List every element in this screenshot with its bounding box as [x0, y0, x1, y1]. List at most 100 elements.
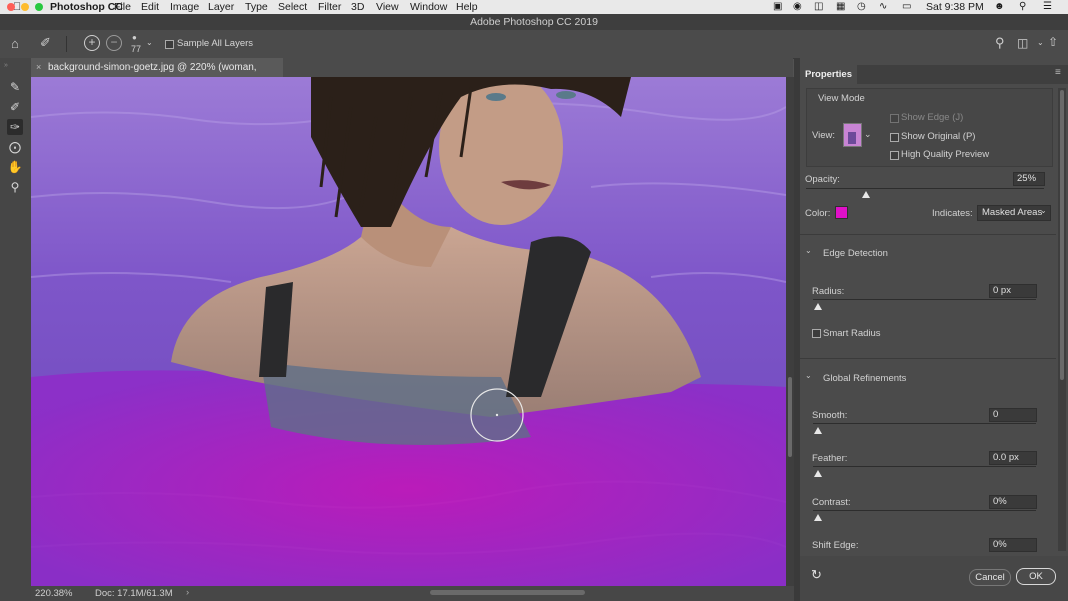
app-menu[interactable]: Photoshop CC [50, 1, 123, 13]
contrast-field[interactable]: 0% [989, 495, 1037, 509]
menu-image[interactable]: Image [170, 1, 199, 13]
photo-with-mask-overlay[interactable] [31, 77, 786, 586]
panel-scrollbar[interactable] [1058, 88, 1066, 551]
zoom-window-icon[interactable] [35, 3, 43, 11]
properties-tab[interactable]: Properties [800, 65, 857, 84]
mac-menubar:  Photoshop CC File Edit Image Layer Typ… [0, 0, 1068, 14]
radius-slider-thumb[interactable] [814, 303, 822, 310]
show-original-checkbox[interactable] [890, 133, 899, 142]
menu-filter[interactable]: Filter [318, 1, 341, 13]
workspace-chevron-icon[interactable]: ⌄ [1037, 38, 1044, 47]
quick-selection-tool-icon[interactable]: ✎ [7, 79, 23, 95]
window-title: Adobe Photoshop CC 2019 [470, 16, 598, 28]
contrast-slider-thumb[interactable] [814, 514, 822, 521]
screen-record-icon[interactable]: ▣ [773, 1, 782, 12]
brush-picker-chevron-icon[interactable]: ⌄ [146, 38, 153, 47]
zoom-tool-icon[interactable]: ⚲ [7, 179, 23, 195]
display-icon[interactable]: ▦ [836, 1, 845, 12]
menu-edit[interactable]: Edit [141, 1, 159, 13]
document-tab[interactable]: × background-simon-goetz.jpg @ 220% (wom… [31, 58, 283, 92]
horizontal-scrollbar-thumb[interactable] [430, 590, 585, 595]
reset-icon[interactable]: ↻ [811, 567, 822, 583]
smart-radius-checkbox[interactable] [812, 329, 821, 338]
shift-edge-field[interactable]: 0% [989, 538, 1037, 552]
battery-charge-icon[interactable]: ◫ [814, 1, 823, 12]
tool-preset-picker-icon[interactable]: ✐ [40, 35, 51, 51]
menu-view[interactable]: View [376, 1, 399, 13]
smooth-slider-thumb[interactable] [814, 427, 822, 434]
spotlight-search-icon[interactable]: ⚲ [1019, 1, 1026, 12]
brush-tool-icon[interactable]: ✑ [7, 119, 23, 135]
high-quality-preview-checkbox[interactable] [890, 151, 899, 160]
indicates-label: Indicates: [932, 208, 973, 219]
opacity-slider-thumb[interactable] [861, 191, 870, 198]
brush-size-value[interactable]: 77 [131, 44, 141, 54]
add-to-selection-icon[interactable]: + [84, 35, 100, 51]
collapse-panel-icon[interactable]: » [4, 62, 8, 69]
edge-detection-chevron-icon[interactable]: ⌄ [805, 246, 812, 255]
smooth-field[interactable]: 0 [989, 408, 1037, 422]
opacity-field[interactable]: 25% [1013, 172, 1045, 186]
subtract-from-selection-icon[interactable]: − [106, 35, 122, 51]
thumbnail-figure [848, 132, 856, 144]
share-icon[interactable]: ⇧ [1048, 35, 1058, 49]
menu-window[interactable]: Window [410, 1, 447, 13]
panel-scrollbar-thumb[interactable] [1060, 90, 1064, 380]
menu-help[interactable]: Help [456, 1, 478, 13]
workspace-icon[interactable]: ◫ [1017, 36, 1028, 50]
contrast-slider-track[interactable] [813, 510, 1036, 511]
ok-button[interactable]: OK [1016, 568, 1056, 585]
refine-edge-brush-tool-icon[interactable]: ✐ [7, 99, 23, 115]
menu-select[interactable]: Select [278, 1, 307, 13]
view-label: View: [812, 130, 836, 141]
show-edge-checkbox[interactable] [890, 114, 899, 123]
section-divider [800, 234, 1056, 235]
close-tab-icon[interactable]: × [36, 58, 41, 77]
feather-slider-track[interactable] [813, 466, 1036, 467]
minimize-window-icon[interactable] [21, 3, 29, 11]
wifi-icon[interactable]: ∿ [879, 1, 887, 12]
view-mode-thumbnail[interactable] [843, 123, 862, 147]
smooth-slider-track[interactable] [813, 423, 1036, 424]
smart-radius-label: Smart Radius [823, 328, 881, 339]
global-refinements-chevron-icon[interactable]: ⌄ [805, 371, 812, 380]
opacity-slider-track[interactable] [806, 188, 1044, 189]
color-label: Color: [805, 208, 831, 219]
menu-3d[interactable]: 3D [351, 1, 364, 13]
time-machine-icon[interactable]: ◷ [857, 1, 866, 12]
status-menu-chevron-icon[interactable]: › [186, 587, 189, 598]
creative-cloud-icon[interactable]: ◉ [793, 1, 802, 12]
radius-field[interactable]: 0 px [989, 284, 1037, 298]
scrollbar-thumb[interactable] [788, 377, 792, 457]
home-icon[interactable]: ⌂ [11, 36, 19, 51]
doc-size-info: Doc: 17.1M/61.3M [95, 588, 173, 599]
edge-detection-heading[interactable]: Edge Detection [823, 248, 888, 259]
menubar-clock[interactable]: Sat 9:38 PM [926, 1, 984, 13]
notification-center-icon[interactable]: ☰ [1043, 1, 1052, 12]
global-refinements-heading[interactable]: Global Refinements [823, 373, 906, 384]
feather-slider-thumb[interactable] [814, 470, 822, 477]
radius-slider-track[interactable] [813, 299, 1036, 300]
overlay-color-swatch[interactable] [835, 206, 848, 219]
indicates-dropdown[interactable]: Masked Areas ⌄ [977, 205, 1051, 221]
canvas-vertical-scrollbar[interactable] [786, 77, 794, 586]
view-mode-chevron-icon[interactable]: ⌄ [864, 129, 872, 140]
tools-panel: » ✎ ✐ ✑ ⨀ ✋ ⚲ [0, 58, 32, 601]
sample-all-layers-checkbox[interactable] [165, 40, 174, 49]
user-icon[interactable]: ☻ [994, 1, 1005, 12]
search-icon[interactable]: ⚲ [995, 35, 1005, 51]
hand-tool-icon[interactable]: ✋ [7, 159, 23, 175]
zoom-level[interactable]: 220.38% [35, 588, 73, 599]
brush-tip-icon[interactable]: ● [132, 33, 137, 42]
cancel-button[interactable]: Cancel [969, 569, 1011, 586]
menu-file[interactable]: File [114, 1, 131, 13]
lasso-tool-icon[interactable]: ⨀ [7, 139, 23, 155]
document-canvas[interactable] [31, 77, 786, 586]
menu-type[interactable]: Type [245, 1, 268, 13]
smooth-label: Smooth: [812, 410, 848, 421]
close-window-icon[interactable] [7, 3, 15, 11]
airplay-icon[interactable]: ▭ [902, 1, 911, 12]
feather-field[interactable]: 0.0 px [989, 451, 1037, 465]
panel-menu-icon[interactable]: ≡ [1055, 67, 1061, 78]
menu-layer[interactable]: Layer [208, 1, 234, 13]
